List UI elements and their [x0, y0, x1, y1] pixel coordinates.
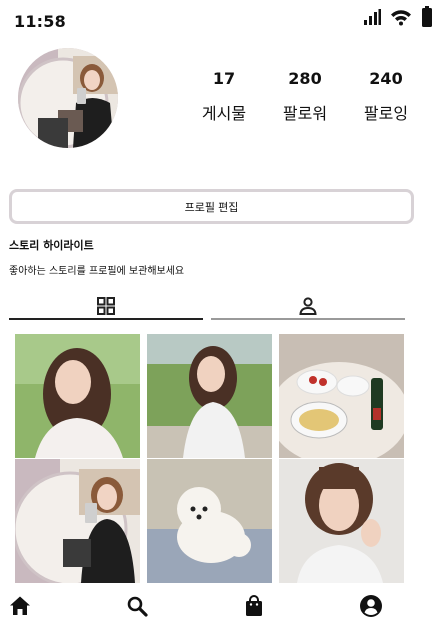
story-highlights-description: 좋아하는 스토리를 프로필에 보관해보세요 [9, 266, 185, 277]
post-thumbnail[interactable] [15, 334, 140, 458]
profile-icon[interactable] [359, 594, 383, 618]
story-highlights-title: 스토리 하이라이트 [9, 239, 94, 252]
stat-followers-count: 280 [288, 69, 322, 88]
stat-followers-label: 팔로워 [282, 104, 328, 123]
tagged-person-icon [298, 296, 318, 320]
status-bar: 11:58 [0, 0, 445, 40]
stat-followers[interactable]: 280 팔로워 [270, 68, 340, 124]
profile-avatar[interactable] [18, 48, 118, 148]
tab-posts-grid[interactable] [9, 296, 203, 320]
tab-tagged[interactable] [211, 296, 405, 320]
bottom-navigation [0, 588, 445, 637]
stat-posts-label: 게시물 [201, 104, 247, 123]
status-time: 11:58 [14, 12, 66, 31]
search-icon[interactable] [125, 594, 149, 618]
post-thumbnail[interactable] [147, 459, 272, 583]
post-thumbnail[interactable] [15, 459, 140, 583]
stat-following-count: 240 [369, 69, 403, 88]
stat-following[interactable]: 240 팔로잉 [351, 68, 421, 124]
edit-profile-button[interactable]: 프로필 편집 [9, 189, 414, 224]
wifi-icon [390, 8, 412, 30]
stat-following-label: 팔로잉 [363, 104, 409, 123]
shopping-bag-icon[interactable] [242, 594, 266, 618]
battery-icon [421, 6, 433, 32]
post-thumbnail[interactable] [147, 334, 272, 458]
stat-posts[interactable]: 17 게시물 [189, 68, 259, 124]
post-thumbnail[interactable] [279, 459, 404, 583]
home-icon[interactable] [8, 594, 32, 618]
grid-icon [96, 296, 116, 320]
signal-icon [363, 8, 381, 30]
posts-grid [15, 334, 405, 583]
status-icons [363, 6, 433, 32]
post-thumbnail[interactable] [279, 334, 404, 458]
stat-posts-count: 17 [212, 69, 236, 88]
